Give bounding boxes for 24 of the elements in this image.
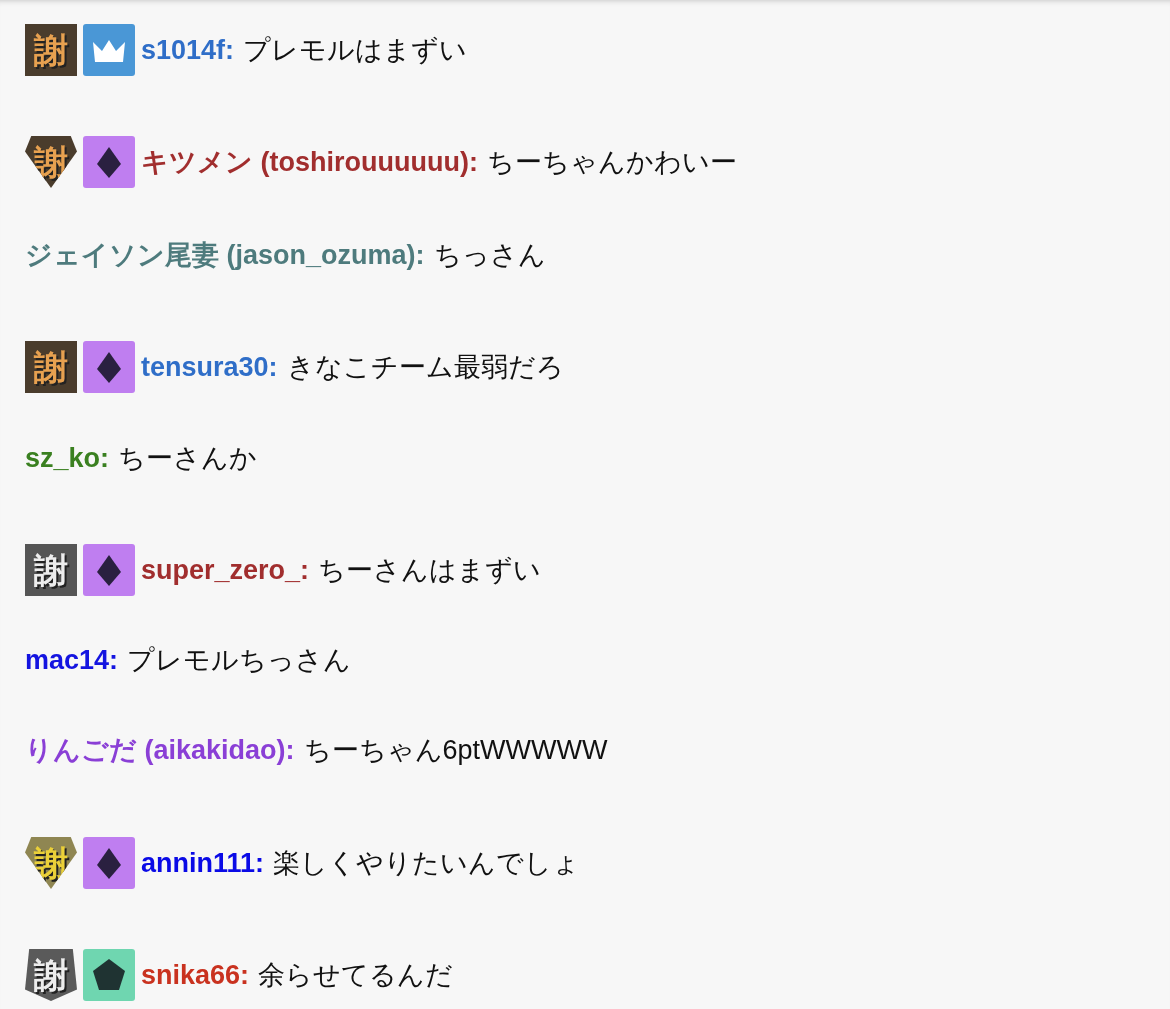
badge-icon: 謝 — [25, 544, 77, 596]
badge-icon: 謝 — [25, 341, 77, 393]
message-text: プレモルちっさん — [127, 644, 352, 677]
message-text: ちーちゃんかわいー — [486, 146, 737, 179]
username[interactable]: mac14: — [25, 644, 119, 676]
message-text: ちーちゃん6ptWWWWW — [303, 734, 608, 767]
message-text: 余らせてるんだ — [258, 959, 454, 992]
message-text: プレモルはまずい — [243, 34, 468, 67]
username[interactable]: sz_ko: — [25, 442, 110, 474]
message-text: 楽しくやりたいんでしょ — [273, 847, 581, 880]
badge-icon: 謝 — [25, 24, 77, 76]
username[interactable]: snika66: — [141, 959, 250, 991]
username[interactable]: ジェイソン尾妻 (jason_ozuma): — [25, 237, 425, 273]
message-text: きなこチーム最弱だろ — [286, 351, 564, 384]
username[interactable]: キツメン (toshirouuuuuu): — [141, 144, 478, 180]
message-text: ちっさん — [433, 239, 546, 272]
message-text: ちーさんか — [118, 442, 258, 475]
message-text: ちーさんはまずい — [318, 554, 542, 587]
username[interactable]: tensura30: — [141, 351, 278, 383]
username[interactable]: super_zero_: — [141, 554, 310, 586]
username[interactable]: annin111: — [141, 847, 265, 879]
badge-icon: 謝 — [25, 949, 77, 1001]
username[interactable]: s1014f: — [141, 34, 235, 66]
username[interactable]: りんごだ (aikakidao): — [25, 732, 295, 768]
